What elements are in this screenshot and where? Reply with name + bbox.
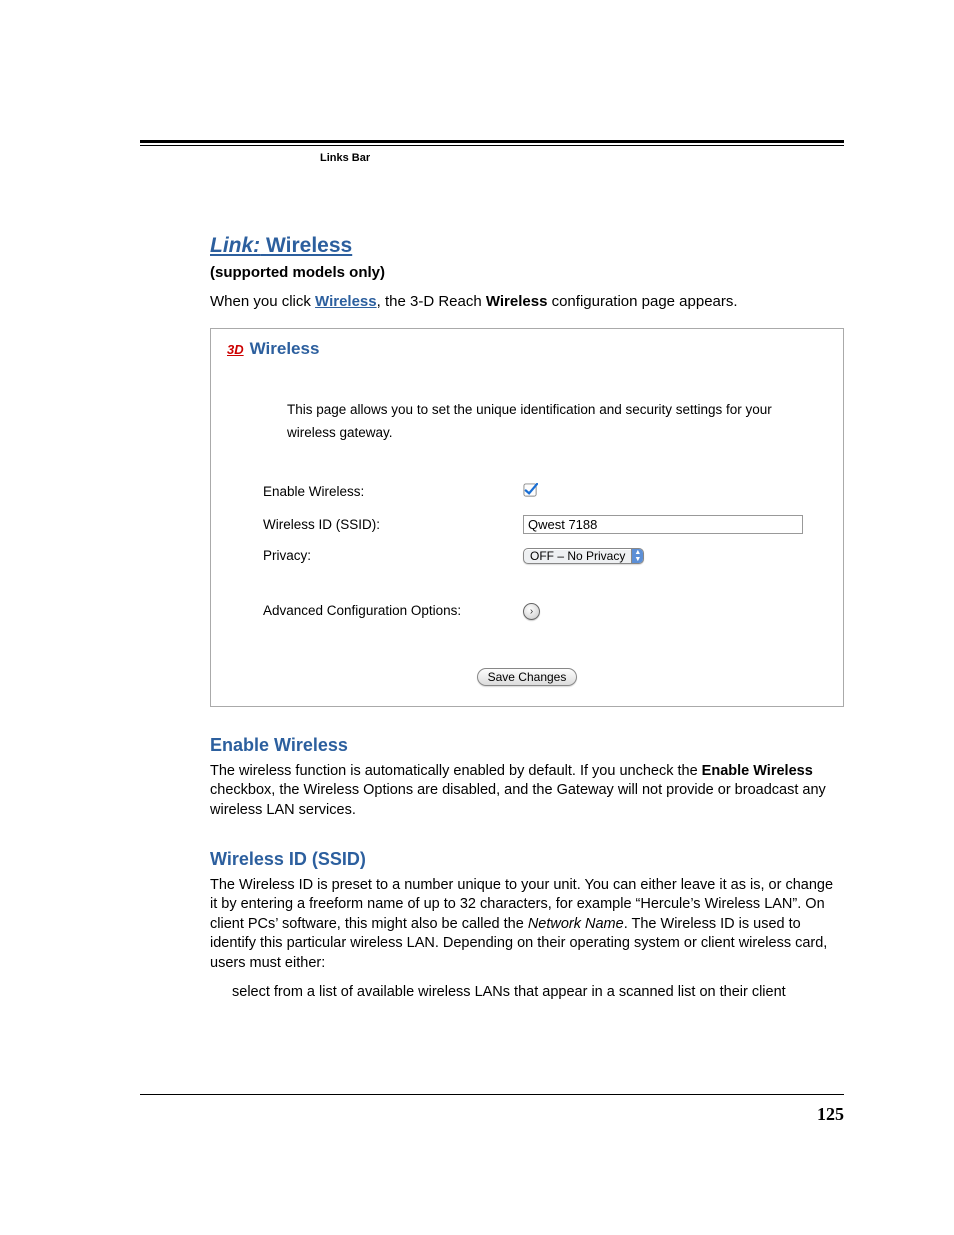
wireless-brand: 3D Wireless: [227, 339, 827, 359]
enable-wireless-paragraph: The wireless function is automatically e…: [210, 762, 844, 821]
enable-wireless-label: Enable Wireless:: [259, 477, 517, 507]
enable-wireless-heading: Enable Wireless: [210, 735, 844, 756]
ssid-bullet-1: select from a list of available wireless…: [232, 983, 844, 1003]
ssid-heading: Wireless ID (SSID): [210, 849, 844, 870]
privacy-label: Privacy:: [259, 542, 517, 570]
wireless-link[interactable]: Wireless: [315, 293, 377, 310]
save-changes-button[interactable]: Save Changes: [477, 668, 578, 686]
page-subtitle: (supported models only): [210, 264, 844, 281]
advanced-options-expand-icon[interactable]: ›: [523, 603, 540, 620]
footer-rule: [140, 1094, 844, 1095]
panel-description: This page allows you to set the unique i…: [287, 399, 797, 445]
ssid-input[interactable]: [523, 515, 803, 534]
advanced-options-label: Advanced Configuration Options:: [259, 572, 517, 626]
wireless-config-panel: 3D Wireless This page allows you to set …: [210, 328, 844, 707]
select-stepper-icon: ▲▼: [631, 549, 643, 563]
intro-paragraph: When you click Wireless, the 3-D Reach W…: [210, 291, 844, 312]
brand-logo-3d: 3D: [227, 342, 244, 357]
page-title: Link: Wireless: [210, 234, 844, 258]
page-number: 125: [817, 1104, 844, 1125]
ssid-label: Wireless ID (SSID):: [259, 509, 517, 540]
header-section-label: Links Bar: [320, 152, 844, 164]
ssid-paragraph: The Wireless ID is preset to a number un…: [210, 876, 844, 974]
enable-wireless-checkbox[interactable]: [523, 486, 538, 501]
privacy-select[interactable]: OFF – No Privacy ▲▼: [523, 548, 644, 564]
brand-text: Wireless: [250, 339, 320, 359]
